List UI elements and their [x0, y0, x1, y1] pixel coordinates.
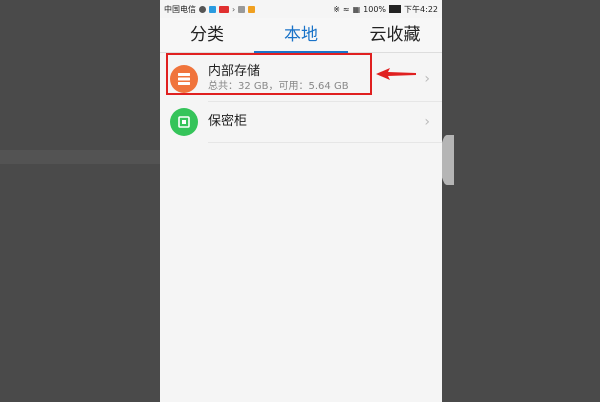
background-blur [0, 150, 160, 164]
list-item-safe[interactable]: 保密柜 › [160, 102, 442, 142]
cloud-icon [199, 5, 206, 13]
annotation-arrow-icon [376, 68, 416, 80]
divider [208, 142, 442, 143]
battery-icon [389, 5, 402, 13]
time-label: 下午4:22 [404, 4, 438, 14]
status-right: ※ ≈ ▦ 100% 下午4:22 [333, 4, 438, 15]
item-title: 保密柜 [208, 114, 248, 129]
tab-category[interactable]: 分类 [160, 18, 254, 52]
grey-notification-icon [238, 5, 246, 13]
background-edge [440, 135, 454, 185]
tab-local[interactable]: 本地 [254, 18, 348, 52]
signal-icon: ▦ [352, 4, 361, 14]
bluetooth-icon: ※ [333, 4, 340, 14]
item-texts: 保密柜 [208, 114, 247, 130]
status-bar: 中国电信 › ※ ≈ ▦ 100% 下午4:22 [160, 0, 442, 18]
annotation-highlight-box [166, 53, 372, 95]
app-notification-icon [209, 5, 216, 13]
tab-cloud[interactable]: 云收藏 [348, 18, 442, 52]
dots-icon: › [232, 4, 236, 14]
chevron-right-icon: › [424, 71, 430, 87]
tab-bar: 分类 本地 云收藏 [160, 18, 442, 53]
status-left: 中国电信 › [164, 4, 256, 15]
carrier-label: 中国电信 [164, 4, 196, 14]
wifi-icon: ≈ [342, 4, 350, 14]
orange-notification-icon [248, 5, 256, 13]
red-notification-icon [219, 5, 229, 13]
safe-icon [170, 108, 198, 136]
battery-label: 100% [363, 4, 387, 14]
chevron-right-icon: › [424, 114, 430, 130]
